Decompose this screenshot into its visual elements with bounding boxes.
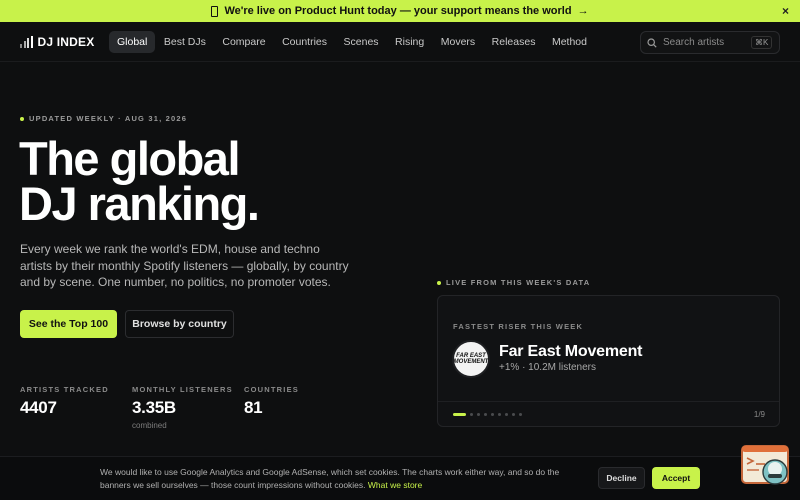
card-divider: [438, 401, 779, 402]
pager-dot[interactable]: [491, 413, 494, 416]
avatar[interactable]: FAR EAST MOVEMENT: [452, 340, 490, 378]
fastest-riser-card[interactable]: FASTEST RISER THIS WEEK FAR EAST MOVEMEN…: [437, 295, 780, 427]
logo-text: DJ INDEX: [37, 35, 95, 49]
headline-line-2: DJ ranking.: [19, 177, 260, 230]
what-we-store-link[interactable]: What we store: [368, 480, 422, 490]
nav-link-best-djs[interactable]: Best DJs: [156, 31, 214, 53]
stat-label: COUNTRIES: [244, 385, 299, 394]
logo-bars-icon: [20, 36, 33, 48]
promo-text[interactable]: We're live on Product Hunt today — your …: [224, 5, 571, 17]
page-count: 1/9: [753, 410, 765, 419]
pager-dot[interactable]: [484, 413, 487, 416]
search-input[interactable]: [663, 37, 751, 48]
updated-eyebrow: UPDATED WEEKLY · AUG 31, 2026: [20, 114, 187, 123]
headline-line-1: The global: [19, 132, 241, 185]
stat-value: 3.35B: [132, 398, 176, 417]
artist-logo-text: FAR EAST MOVEMENT: [453, 353, 489, 365]
promo-banner[interactable]: We're live on Product Hunt today — your …: [0, 0, 800, 22]
top-nav: DJ INDEX Global Best DJs Compare Countri…: [0, 22, 800, 62]
logo[interactable]: DJ INDEX: [20, 35, 94, 49]
decline-button[interactable]: Decline: [598, 467, 645, 489]
stat-artists: ARTISTS TRACKED 4407: [20, 385, 132, 430]
nav-link-scenes[interactable]: Scenes: [336, 31, 387, 53]
search-box[interactable]: ⌘K: [640, 31, 780, 54]
nav-link-countries[interactable]: Countries: [274, 31, 335, 53]
chat-widget-icon[interactable]: [741, 445, 791, 487]
nav-link-releases[interactable]: Releases: [484, 31, 544, 53]
stat-value: 81: [244, 398, 263, 417]
pager-dot[interactable]: [512, 413, 515, 416]
artist-name[interactable]: Far East Movement: [499, 343, 643, 361]
status-dot-icon: [20, 116, 24, 121]
nav-link-method[interactable]: Method: [544, 31, 595, 53]
nav-links: Global Best DJs Compare Countries Scenes…: [109, 31, 595, 53]
pager-dot[interactable]: [498, 413, 501, 416]
nav-link-global[interactable]: Global: [109, 31, 156, 53]
accept-button[interactable]: Accept: [652, 467, 700, 489]
pager-dot[interactable]: [505, 413, 508, 416]
close-icon[interactable]: ×: [782, 4, 789, 18]
card-eyebrow: FASTEST RISER THIS WEEK: [453, 322, 584, 331]
stat-label: MONTHLY LISTENERS: [132, 385, 233, 394]
artist-meta: +1% · 10.2M listeners: [499, 362, 596, 373]
stat-sub: combined: [132, 421, 167, 430]
nav-link-compare[interactable]: Compare: [214, 31, 273, 53]
see-top-100-button[interactable]: See the Top 100: [20, 310, 117, 338]
browse-by-country-button[interactable]: Browse by country: [125, 310, 234, 338]
nav-link-movers[interactable]: Movers: [433, 31, 483, 53]
stat-countries: COUNTRIES 81: [244, 385, 356, 430]
stats-row: ARTISTS TRACKED 4407 MONTHLY LISTENERS 3…: [20, 385, 356, 430]
search-icon: [647, 37, 657, 48]
pager-dot[interactable]: [477, 413, 480, 416]
nav-link-rising[interactable]: Rising: [387, 31, 432, 53]
cookie-message: We would like to use Google Analytics an…: [100, 467, 560, 490]
arrow-right-icon: →: [577, 5, 589, 17]
page-title: The global DJ ranking.: [19, 132, 260, 230]
stat-listeners: MONTHLY LISTENERS 3.35B combined: [132, 385, 244, 430]
product-hunt-icon: [211, 5, 219, 17]
pager-dot[interactable]: [453, 413, 466, 416]
carousel-pager[interactable]: [453, 413, 522, 416]
live-label: LIVE FROM THIS WEEK'S DATA: [437, 278, 590, 287]
pager-dot[interactable]: [519, 413, 522, 416]
live-dot-icon: [437, 280, 441, 285]
live-label-text: LIVE FROM THIS WEEK'S DATA: [446, 278, 591, 287]
hero-description: Every week we rank the world's EDM, hous…: [20, 242, 349, 289]
cookie-text: We would like to use Google Analytics an…: [100, 466, 590, 492]
pager-dot[interactable]: [470, 413, 473, 416]
updated-text: UPDATED WEEKLY · AUG 31, 2026: [29, 114, 188, 123]
stat-value: 4407: [20, 398, 57, 417]
shortcut-hint: ⌘K: [751, 36, 773, 49]
stat-label: ARTISTS TRACKED: [20, 385, 109, 394]
